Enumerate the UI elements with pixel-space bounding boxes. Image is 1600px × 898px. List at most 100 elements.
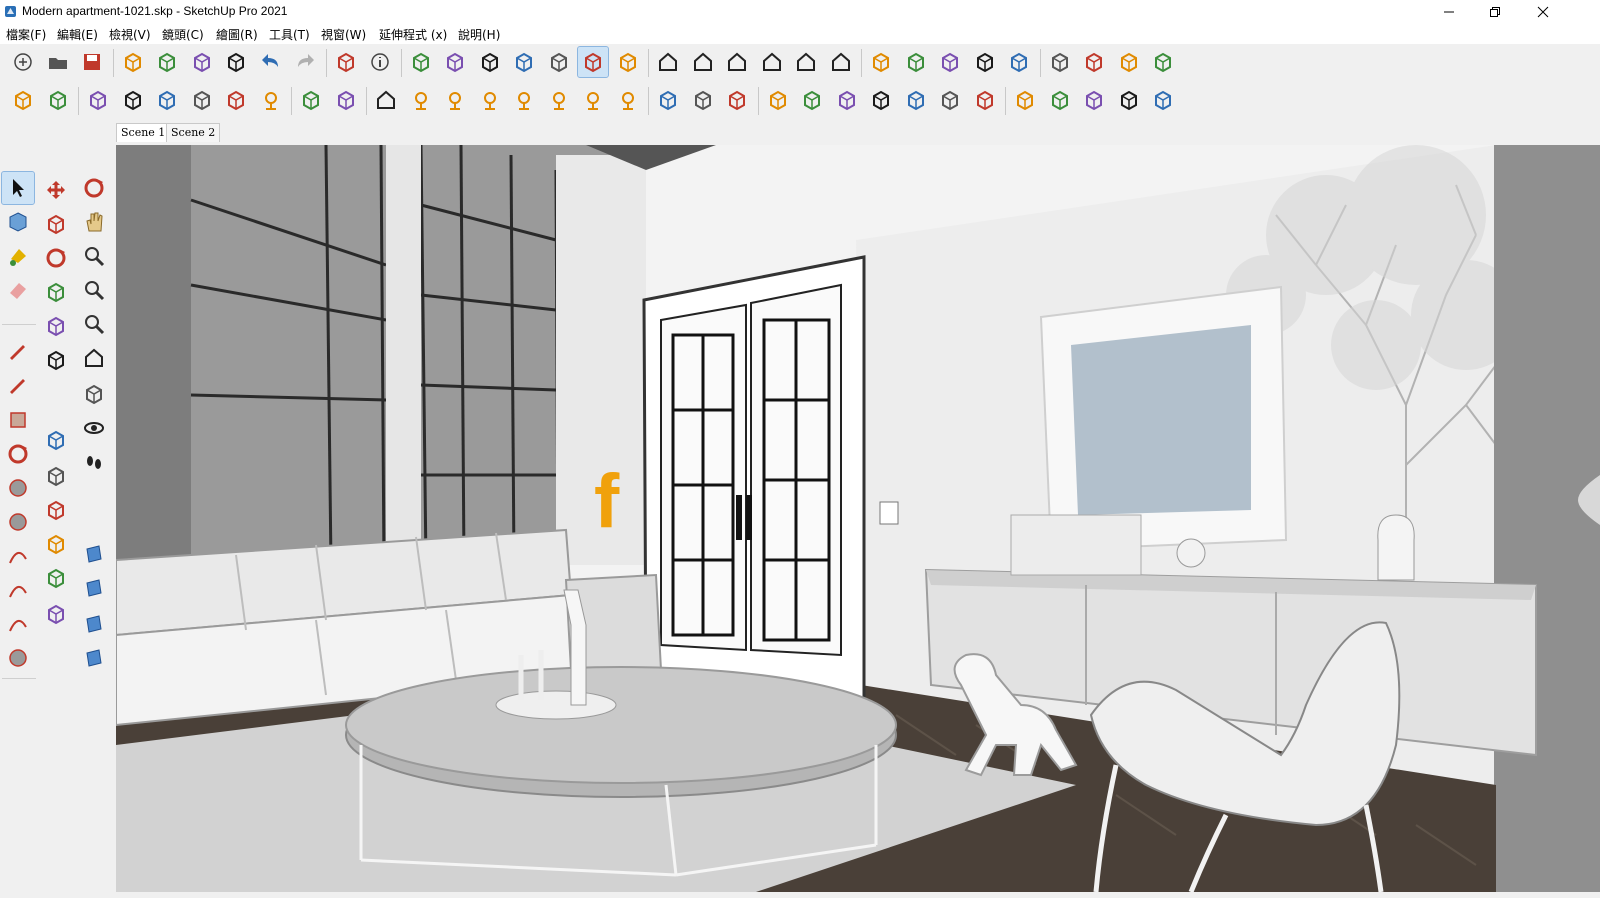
follow-me-tool[interactable]: [40, 276, 72, 308]
rect-light-button[interactable]: [406, 85, 436, 115]
paint-bucket-tool[interactable]: [2, 240, 34, 272]
section-fill-tool[interactable]: [78, 642, 110, 674]
menu-extensions[interactable]: 延伸程式 (x): [379, 26, 447, 43]
tape-measure-tool[interactable]: [40, 424, 72, 456]
circle-tool[interactable]: [2, 472, 34, 504]
iso-view-button[interactable]: [653, 47, 683, 77]
restore-button[interactable]: [1472, 0, 1518, 24]
text-tool[interactable]: [40, 494, 72, 526]
grid-button[interactable]: [1148, 85, 1178, 115]
chaos-cosmos-button[interactable]: [1010, 85, 1040, 115]
viewport-render-button[interactable]: [371, 85, 401, 115]
axes-tool[interactable]: [40, 528, 72, 560]
cut-button[interactable]: [118, 47, 148, 77]
bitmap-to-mesh-button[interactable]: [1045, 85, 1075, 115]
minimize-button[interactable]: [1426, 0, 1472, 24]
pan-tool[interactable]: [78, 206, 110, 238]
xray-button[interactable]: [406, 47, 436, 77]
split-button[interactable]: [1004, 47, 1034, 77]
eraser-tool[interactable]: [2, 274, 34, 306]
section-plane-tool[interactable]: [78, 538, 110, 570]
warehouse-button[interactable]: [1045, 47, 1075, 77]
pack-project-button[interactable]: [935, 85, 965, 115]
select-tool[interactable]: [1, 171, 35, 205]
zoom-extents-tool[interactable]: [78, 308, 110, 340]
back-view-button[interactable]: [791, 47, 821, 77]
union-button[interactable]: [866, 47, 896, 77]
previous-view-tool[interactable]: [78, 342, 110, 374]
proxy-import-button[interactable]: [722, 85, 752, 115]
open-button[interactable]: [43, 47, 73, 77]
enmesh-button[interactable]: [1079, 85, 1109, 115]
top-view-button[interactable]: [688, 47, 718, 77]
right-view-button[interactable]: [757, 47, 787, 77]
menu-edit[interactable]: 編輯(E): [57, 26, 98, 43]
interactive-render-button[interactable]: [118, 85, 148, 115]
rotate-tool[interactable]: [40, 242, 72, 274]
offset-tool[interactable]: [40, 344, 72, 376]
undo-button[interactable]: [256, 47, 286, 77]
move-tool[interactable]: [40, 174, 72, 206]
new-button[interactable]: [8, 47, 38, 77]
frame-buffer-button[interactable]: [221, 85, 251, 115]
cloud-render-button[interactable]: [152, 85, 182, 115]
pie-tool[interactable]: [2, 642, 34, 674]
teapot-button[interactable]: [83, 85, 113, 115]
rectangle-tool[interactable]: [2, 404, 34, 436]
omni-light-button[interactable]: [544, 85, 574, 115]
hidden-line-button[interactable]: [509, 47, 539, 77]
vray-asset-editor-button[interactable]: [8, 85, 38, 115]
menu-view[interactable]: 檢視(V): [109, 26, 151, 43]
shaded-textures-button[interactable]: [577, 46, 609, 78]
component-tool[interactable]: [2, 206, 34, 238]
lightmix-button[interactable]: [256, 85, 286, 115]
front-view-button[interactable]: [722, 47, 752, 77]
extension-warehouse-button[interactable]: [1079, 47, 1109, 77]
paste-button[interactable]: [187, 47, 217, 77]
menu-window[interactable]: 視窗(W): [321, 26, 366, 43]
back-edges-button[interactable]: [440, 47, 470, 77]
look-around-tool[interactable]: [78, 412, 110, 444]
menu-tools[interactable]: 工具(T): [269, 26, 310, 43]
pack-button[interactable]: [1114, 85, 1144, 115]
arc-tool[interactable]: [2, 540, 34, 572]
walk-tool[interactable]: [78, 446, 110, 478]
scale-tool[interactable]: [40, 310, 72, 342]
mesh-light-button[interactable]: [613, 85, 643, 115]
trim-button[interactable]: [970, 47, 1000, 77]
subtract-button[interactable]: [935, 47, 965, 77]
menu-help[interactable]: 說明(H): [458, 26, 500, 43]
dimension-tool[interactable]: [40, 460, 72, 492]
monochrome-button[interactable]: [613, 47, 643, 77]
orbit-tool[interactable]: [78, 172, 110, 204]
menu-draw[interactable]: 繪圖(R): [216, 26, 258, 43]
print-button[interactable]: [331, 47, 361, 77]
three-point-arc-tool[interactable]: [2, 608, 34, 640]
camera-lock-button[interactable]: [331, 85, 361, 115]
push-pull-tool[interactable]: [40, 208, 72, 240]
3d-text-tool[interactable]: [40, 562, 72, 594]
copy-button[interactable]: [152, 47, 182, 77]
vantage-button[interactable]: [970, 85, 1000, 115]
tab-scene-1[interactable]: Scene 1: [116, 123, 171, 142]
menu-file[interactable]: 檔案(F): [6, 26, 46, 43]
tab-scene-2[interactable]: Scene 2: [166, 123, 221, 142]
section-cuts-tool[interactable]: [78, 608, 110, 640]
fur-button[interactable]: [763, 85, 793, 115]
position-camera-tool[interactable]: [78, 378, 110, 410]
redo-button[interactable]: [290, 47, 320, 77]
wireframe-button[interactable]: [475, 47, 505, 77]
batch-render-button[interactable]: [187, 85, 217, 115]
model-info-button[interactable]: [365, 47, 395, 77]
two-point-arc-tool[interactable]: [2, 574, 34, 606]
ies-light-button[interactable]: [509, 85, 539, 115]
vray-render-button[interactable]: [43, 85, 73, 115]
scatter-button[interactable]: [797, 85, 827, 115]
infinite-plane-button[interactable]: [653, 85, 683, 115]
proxy-export-button[interactable]: [688, 85, 718, 115]
section-display-tool[interactable]: [78, 572, 110, 604]
decal-button[interactable]: [901, 85, 931, 115]
freehand-tool[interactable]: [2, 368, 34, 400]
close-button[interactable]: [1520, 0, 1566, 24]
zoom-tool[interactable]: [78, 240, 110, 272]
